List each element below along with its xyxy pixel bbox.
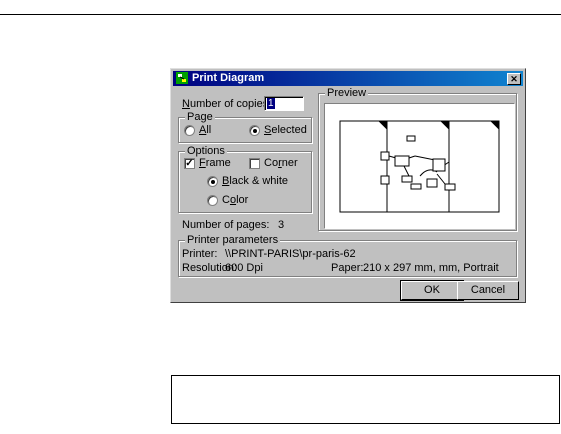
frame-checkbox[interactable]: ✓ [184,158,195,169]
close-button[interactable]: ✕ [507,73,521,85]
preview-label: Preview [325,87,369,99]
page-selected-radio[interactable] [249,125,260,136]
ok-button[interactable]: OK [400,280,464,301]
color-label[interactable]: Color [222,194,248,207]
preview-canvas [324,103,515,229]
pages-value: 3 [278,219,285,231]
corner-label[interactable]: Corner [264,157,298,170]
page-group-label: Page [185,111,215,123]
options-group-label: Options [185,145,227,157]
empty-note-box [171,375,560,424]
titlebar[interactable]: Print Diagram ✕ [173,71,523,86]
corner-checkbox[interactable] [249,158,260,169]
copies-input[interactable]: 1 [264,96,304,111]
preview-node [401,175,413,183]
preview-node [444,183,456,191]
printer-label: Printer: [182,248,218,260]
pages-label: Number of pages: [182,219,270,231]
preview-node [406,135,416,142]
cancel-button[interactable]: Cancel [457,281,519,300]
copies-value: 1 [267,98,275,109]
preview-node [380,175,390,185]
preview-node [380,151,390,161]
color-radio[interactable] [207,195,218,206]
page-all-radio[interactable] [184,125,195,136]
resolution-value: 600 Dpi [225,262,263,274]
preview-diagram [339,120,500,213]
preview-node [432,158,446,172]
print-diagram-dialog: Print Diagram ✕ Number of copies: 1 Page… [170,68,526,303]
page-selected-label[interactable]: Selected [264,124,307,137]
preview-node [394,155,410,167]
dialog-title: Print Diagram [192,72,265,84]
copies-label: Number of copies: [182,98,272,110]
paper-value: 210 x 297 mm, mm, Portrait [363,262,499,274]
close-icon: ✕ [510,74,518,84]
black-white-label[interactable]: Black & white [222,175,288,188]
top-rule [0,14,561,15]
black-white-radio[interactable] [207,176,218,187]
frame-label[interactable]: Frame [199,157,231,170]
paper-label: Paper: [331,262,364,274]
preview-page-1 [339,120,388,213]
print-diagram-app-icon [176,72,188,84]
preview-group: Preview [318,87,517,231]
printer-value: \\PRINT-PARIS\pr-paris-62 [225,248,356,260]
preview-page-3 [448,120,500,213]
preview-node [426,178,438,188]
page-all-label[interactable]: All [199,124,211,137]
preview-node [410,183,422,190]
printer-group-label: Printer parameters [185,234,281,246]
